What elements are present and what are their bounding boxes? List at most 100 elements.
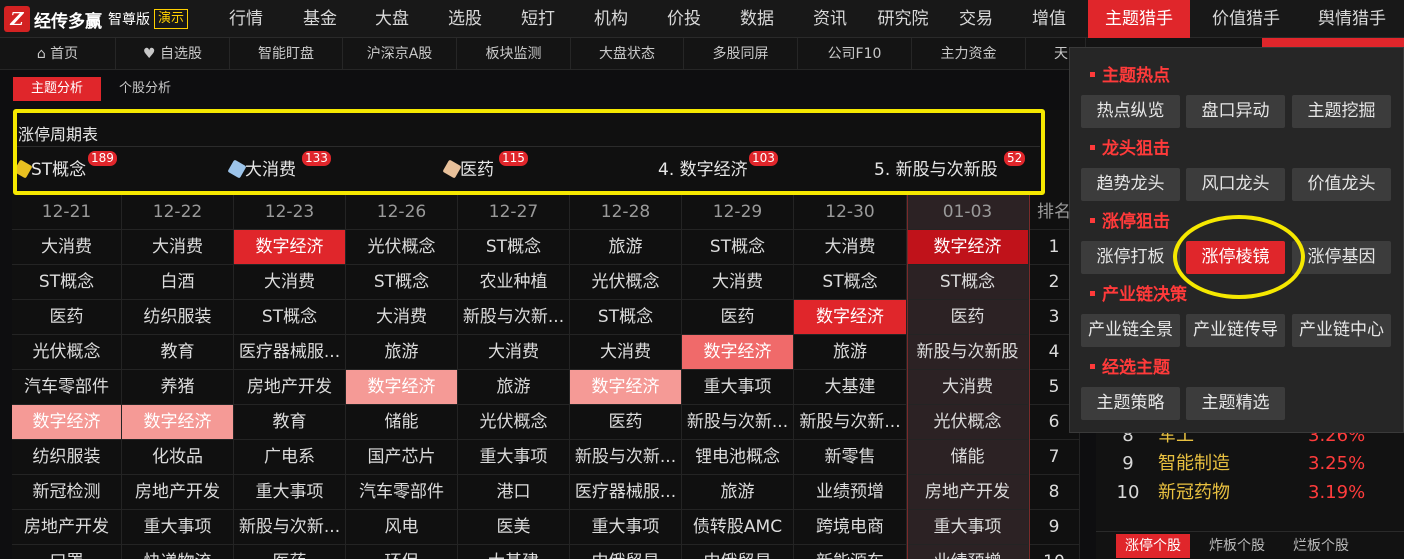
date-header[interactable]: 12-28 xyxy=(570,195,682,230)
theme-cell[interactable]: 化妆品 xyxy=(122,440,234,475)
tab-stock-analysis[interactable]: 个股分析 xyxy=(105,77,185,101)
btn-theme-strategy[interactable]: 主题策略 xyxy=(1081,387,1180,420)
theme-cell[interactable]: 房地产开发 xyxy=(907,475,1029,510)
ranking-row[interactable]: 9 智能制造 3.25% xyxy=(1096,450,1404,478)
theme-cell[interactable]: 锂电池概念 xyxy=(682,440,794,475)
theme-cell[interactable]: 新股与次新股 xyxy=(907,335,1029,370)
theme-cell[interactable]: 大消费 xyxy=(234,265,346,300)
date-header[interactable]: 01-03 xyxy=(907,195,1029,230)
theme-cell[interactable]: 教育 xyxy=(122,335,234,370)
theme-cell[interactable]: 光伏概念 xyxy=(907,405,1029,440)
theme-cell[interactable]: 旅游 xyxy=(346,335,458,370)
tab-broken-board-stocks[interactable]: 炸板个股 xyxy=(1200,534,1274,558)
theme-cell[interactable]: 数字经济 xyxy=(794,300,907,335)
btn-chain-overview[interactable]: 产业链全景 xyxy=(1081,314,1180,347)
app-logo[interactable]: Z 经传多赢 智尊版 演示 xyxy=(4,4,189,34)
theme-cell[interactable]: 光伏概念 xyxy=(12,335,122,370)
theme-cell[interactable]: 旅游 xyxy=(458,370,570,405)
theme-cell[interactable]: 纺织服装 xyxy=(122,300,234,335)
date-header[interactable]: 12-30 xyxy=(794,195,907,230)
theme-cell[interactable]: ST概念 xyxy=(12,265,122,300)
theme-cell[interactable]: 风电 xyxy=(346,510,458,545)
date-header[interactable]: 12-26 xyxy=(346,195,458,230)
theme-cell[interactable]: 房地产开发 xyxy=(234,370,346,405)
subnav-main-funds[interactable]: 主力资金 xyxy=(912,38,1026,70)
theme-cell[interactable]: 汽车零部件 xyxy=(12,370,122,405)
theme-cell[interactable]: 重大事项 xyxy=(122,510,234,545)
theme-cell[interactable]: 农业种植 xyxy=(458,265,570,300)
demo-badge[interactable]: 演示 xyxy=(154,9,189,29)
date-header[interactable]: 12-23 xyxy=(234,195,346,230)
theme-cell[interactable]: 储能 xyxy=(907,440,1029,475)
theme-cell[interactable]: 汽车零部件 xyxy=(346,475,458,510)
theme-cell[interactable]: 医疗器械服... xyxy=(234,335,346,370)
theme-cell[interactable]: 大消费 xyxy=(346,300,458,335)
btn-wind-leader[interactable]: 风口龙头 xyxy=(1186,168,1285,201)
theme-cell[interactable]: 新股与次新... xyxy=(458,300,570,335)
theme-cell[interactable]: 光伏概念 xyxy=(458,405,570,440)
subnav-watchlist[interactable]: ♥ 自选股 xyxy=(116,38,230,70)
nav-jigou[interactable]: 机构 xyxy=(583,0,639,38)
subnav-smart-watch[interactable]: 智能盯盘 xyxy=(230,38,343,70)
theme-cell[interactable]: 新冠检测 xyxy=(12,475,122,510)
nav-duanda[interactable]: 短打 xyxy=(510,0,566,38)
nav-hangqing[interactable]: 行情 xyxy=(218,0,274,38)
nav-xuangu[interactable]: 选股 xyxy=(437,0,493,38)
theme-cell[interactable]: 旅游 xyxy=(570,230,682,265)
theme-cell[interactable]: 旅游 xyxy=(682,475,794,510)
theme-cell[interactable]: ST概念 xyxy=(346,265,458,300)
subnav-multi-screen[interactable]: 多股同屏 xyxy=(684,38,798,70)
btn-limit-up-gene[interactable]: 涨停基因 xyxy=(1292,241,1391,274)
btn-trend-leader[interactable]: 趋势龙头 xyxy=(1081,168,1180,201)
theme-cell[interactable]: 大消费 xyxy=(458,335,570,370)
theme-cell[interactable]: 大消费 xyxy=(682,265,794,300)
theme-cell[interactable]: 旅游 xyxy=(794,335,907,370)
nav-dapan[interactable]: 大盘 xyxy=(364,0,420,38)
nav-jiaoyi[interactable]: 交易 xyxy=(948,0,1004,38)
date-header[interactable]: 12-22 xyxy=(122,195,234,230)
date-header[interactable]: 12-29 xyxy=(682,195,794,230)
theme-cell[interactable]: 中俄贸易 xyxy=(570,545,682,559)
date-header[interactable]: 12-27 xyxy=(458,195,570,230)
tab-weak-board-stocks[interactable]: 烂板个股 xyxy=(1284,534,1358,558)
subnav-market-state[interactable]: 大盘状态 xyxy=(571,38,684,70)
subnav-f10[interactable]: 公司F10 xyxy=(798,38,912,70)
theme-cell[interactable]: 数字经济 xyxy=(346,370,458,405)
theme-cell[interactable]: 新能源车 xyxy=(794,545,907,559)
theme-cell[interactable]: 医药 xyxy=(234,545,346,559)
theme-cell[interactable]: 大基建 xyxy=(794,370,907,405)
date-header[interactable]: 12-21 xyxy=(12,195,122,230)
theme-cell[interactable]: 大消费 xyxy=(794,230,907,265)
theme-cell[interactable]: 广电系 xyxy=(234,440,346,475)
theme-cell[interactable]: 重大事项 xyxy=(907,510,1029,545)
nav-jiazhi-lieshou[interactable]: 价值猎手 xyxy=(1198,0,1294,38)
theme-cell[interactable]: 大消费 xyxy=(570,335,682,370)
nav-shuju[interactable]: 数据 xyxy=(729,0,785,38)
tab-theme-analysis[interactable]: 主题分析 xyxy=(13,77,101,101)
subnav-home[interactable]: ⌂ 首页 xyxy=(0,38,116,70)
theme-cell[interactable]: 白酒 xyxy=(122,265,234,300)
summary-item-5[interactable]: 5. 新股与次新股 xyxy=(874,157,998,183)
theme-cell[interactable]: 医疗器械服... xyxy=(570,475,682,510)
nav-zixun[interactable]: 资讯 xyxy=(802,0,858,38)
btn-hot-overview[interactable]: 热点纵览 xyxy=(1081,95,1180,128)
theme-cell[interactable]: ST概念 xyxy=(234,300,346,335)
btn-limit-up-prism[interactable]: 涨停棱镜 xyxy=(1186,241,1285,274)
theme-cell[interactable]: 光伏概念 xyxy=(570,265,682,300)
btn-tape-anomaly[interactable]: 盘口异动 xyxy=(1186,95,1285,128)
theme-cell[interactable]: ST概念 xyxy=(794,265,907,300)
theme-cell[interactable]: 大消费 xyxy=(907,370,1029,405)
summary-item-4[interactable]: 4. 数字经济 xyxy=(658,157,748,183)
tab-limit-up-stocks[interactable]: 涨停个股 xyxy=(1116,534,1190,558)
theme-cell[interactable]: 业绩预增 xyxy=(907,545,1029,559)
theme-cell[interactable]: 光伏概念 xyxy=(346,230,458,265)
theme-cell[interactable]: 国产芯片 xyxy=(346,440,458,475)
theme-cell[interactable]: 医药 xyxy=(682,300,794,335)
nav-jiatou[interactable]: 价投 xyxy=(656,0,712,38)
theme-cell[interactable]: 快递物流 xyxy=(122,545,234,559)
theme-cell[interactable]: 数字经济 xyxy=(907,230,1029,265)
ranking-row[interactable]: 10 新冠药物 3.19% xyxy=(1096,479,1404,507)
theme-cell[interactable]: 中俄贸易 xyxy=(682,545,794,559)
theme-cell[interactable]: 新股与次新... xyxy=(234,510,346,545)
theme-cell[interactable]: 大基建 xyxy=(458,545,570,559)
